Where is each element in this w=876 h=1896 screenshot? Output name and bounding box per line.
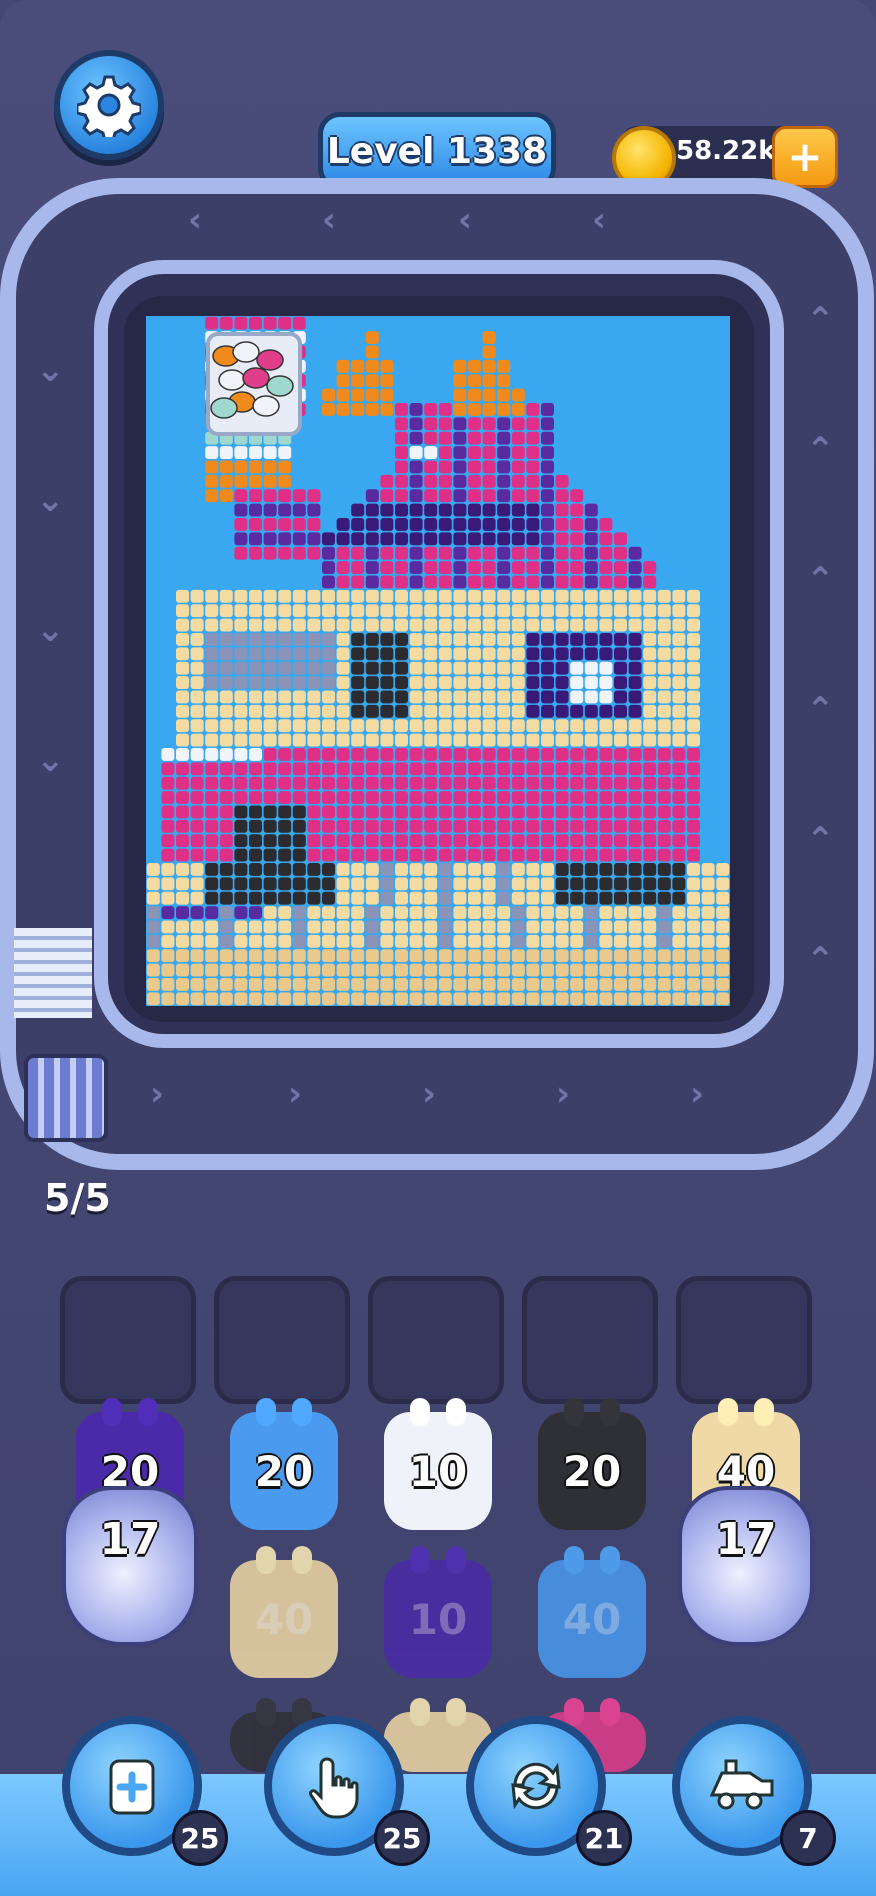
shuffle-icon [511, 1762, 561, 1810]
chevron-down-icon: ⌄ [36, 740, 65, 780]
mystery-capsule[interactable]: 17 [678, 1486, 814, 1646]
shooter-piece-cream: 40 [230, 1560, 338, 1678]
pixel-art-board [146, 316, 730, 1006]
chevron-up-icon: ⌃ [806, 820, 835, 860]
shooter-piece-black[interactable]: 20 [538, 1412, 646, 1530]
shooter-piece-purple: 10 [384, 1560, 492, 1678]
shooter-piece-white[interactable]: 10 [384, 1412, 492, 1530]
holding-slot[interactable] [214, 1276, 350, 1404]
booster-count-badge: 7 [780, 1810, 836, 1866]
coin-balance: 58.22k [676, 136, 776, 166]
pixel-art [146, 316, 730, 1006]
chevron-right-icon: › [422, 1074, 437, 1114]
conveyor-counter: 5/5 [44, 1176, 111, 1220]
booster-count-badge: 25 [172, 1810, 228, 1866]
mystery-capsule[interactable]: 17 [62, 1486, 198, 1646]
shooter-piece-blue: 40 [538, 1560, 646, 1678]
add-coins-button[interactable]: + [772, 126, 838, 188]
chevron-left-icon: ‹ [188, 200, 203, 240]
chevron-left-icon: ‹ [322, 200, 337, 240]
holding-slot[interactable] [368, 1276, 504, 1404]
chevron-down-icon: ⌄ [36, 350, 65, 390]
chevron-right-icon: › [690, 1074, 705, 1114]
booster-count-badge: 25 [374, 1810, 430, 1866]
piece-spool [24, 1054, 108, 1142]
train-icon [709, 1759, 774, 1810]
chevron-right-icon: › [556, 1074, 571, 1114]
chevron-left-icon: ‹ [458, 200, 473, 240]
chevron-up-icon: ⌃ [806, 300, 835, 340]
holding-slot[interactable] [676, 1276, 812, 1404]
settings-button[interactable] [54, 50, 164, 160]
booster-count-badge: 21 [576, 1810, 632, 1866]
gear-icon [77, 75, 141, 137]
chevron-down-icon: ⌄ [36, 480, 65, 520]
chevron-up-icon: ⌃ [806, 560, 835, 600]
chevron-up-icon: ⌃ [806, 690, 835, 730]
holding-slot[interactable] [522, 1276, 658, 1404]
chevron-right-icon: › [288, 1074, 303, 1114]
add-slot-icon [109, 1759, 155, 1815]
holding-slot[interactable] [60, 1276, 196, 1404]
chevron-down-icon: ⌄ [36, 610, 65, 650]
conveyor-gate [14, 928, 92, 1018]
chevron-up-icon: ⌃ [806, 430, 835, 470]
hand-pointer-icon [309, 1757, 359, 1819]
chevron-left-icon: ‹ [592, 200, 607, 240]
chevron-up-icon: ⌃ [806, 940, 835, 980]
chevron-right-icon: › [150, 1074, 165, 1114]
shooter-piece-blue[interactable]: 20 [230, 1412, 338, 1530]
